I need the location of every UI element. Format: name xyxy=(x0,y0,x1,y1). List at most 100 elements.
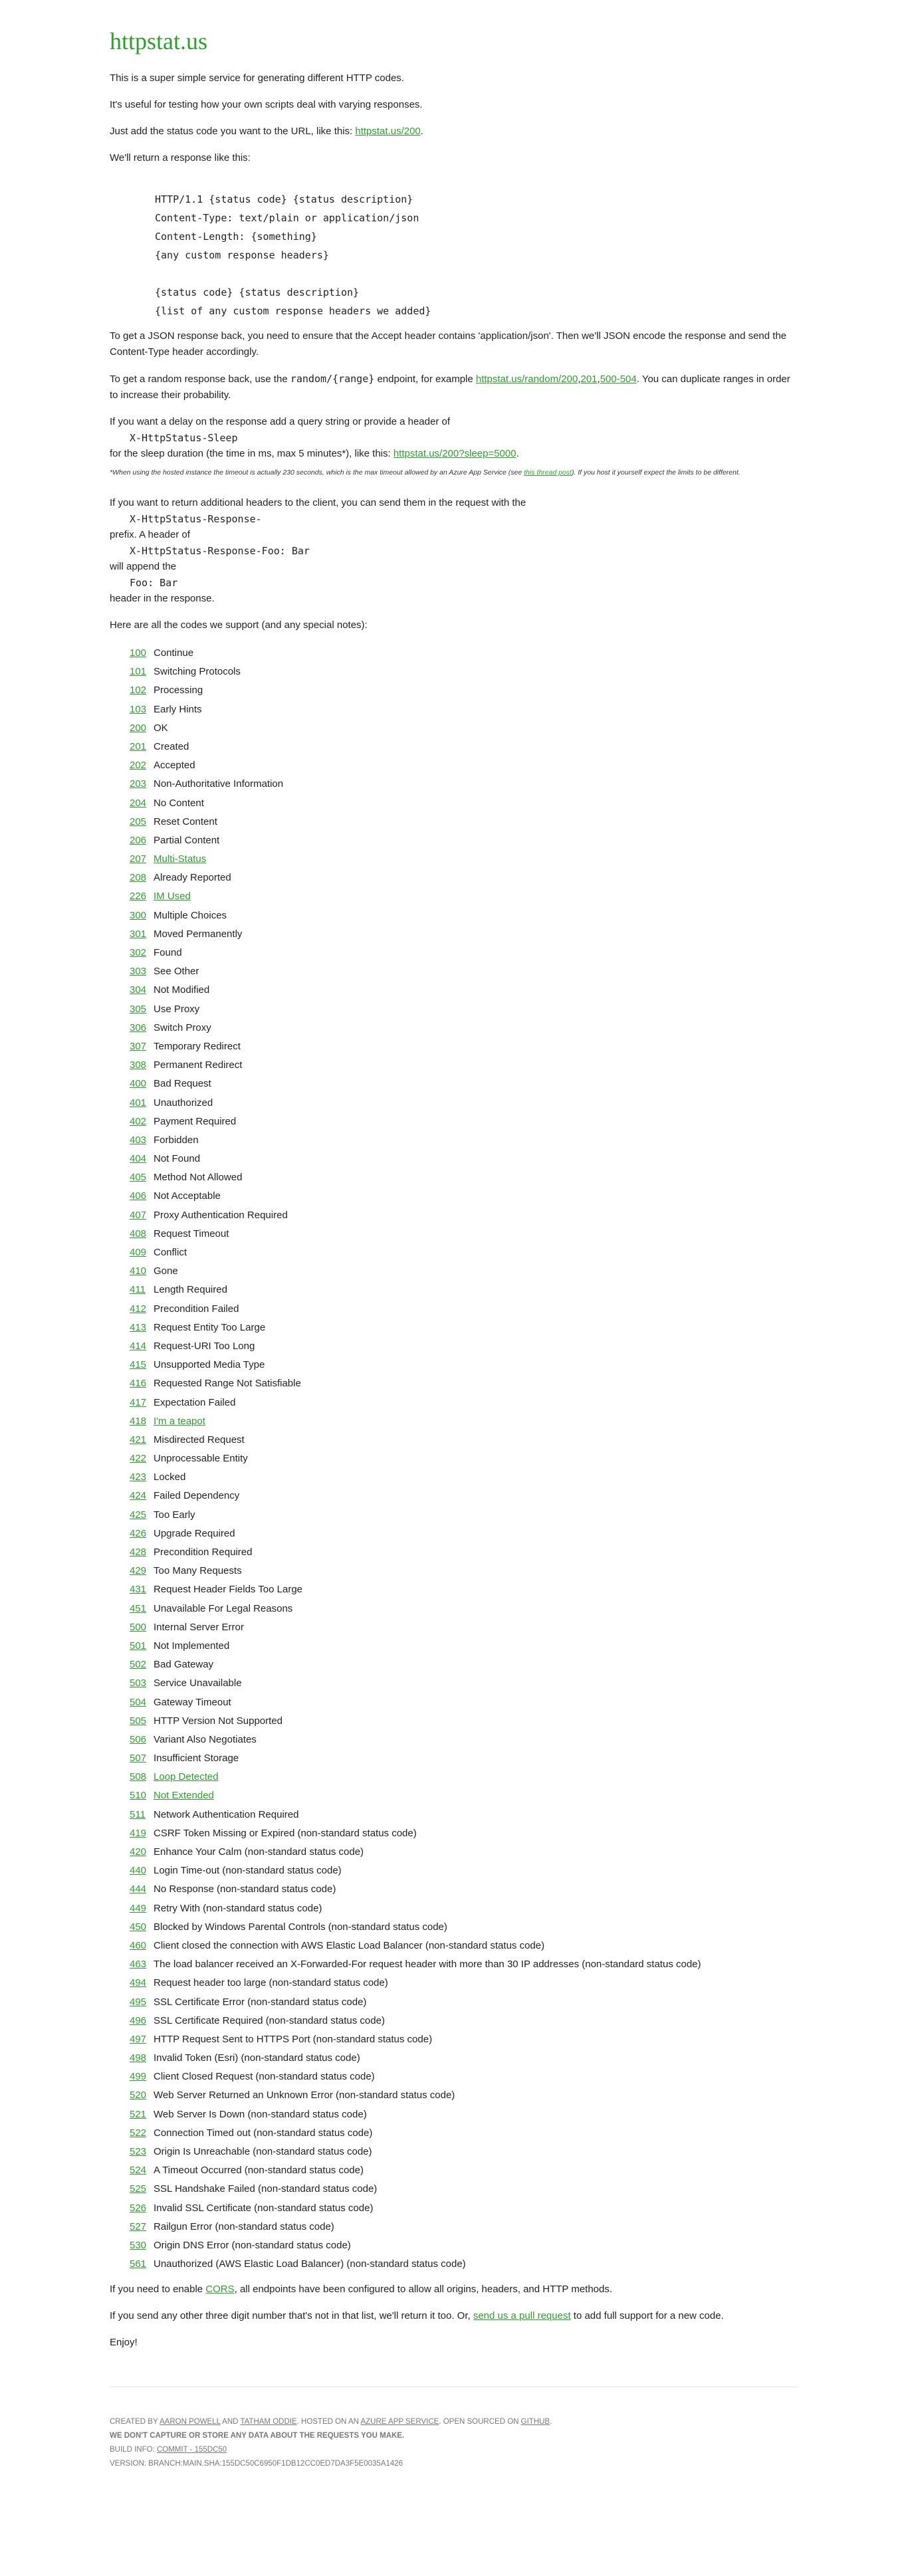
status-code-link[interactable]: 449 xyxy=(130,1899,154,1918)
status-code-link[interactable]: 520 xyxy=(130,2086,154,2105)
status-code-link[interactable]: 420 xyxy=(130,1843,154,1862)
status-code-link[interactable]: 508 xyxy=(130,1768,154,1786)
status-code-link[interactable]: 499 xyxy=(130,2068,154,2086)
status-code-link[interactable]: 451 xyxy=(130,1600,154,1618)
status-code-link[interactable]: 524 xyxy=(130,2161,154,2180)
status-code-link[interactable]: 521 xyxy=(130,2105,154,2124)
commit-link[interactable]: Commit - 155DC50 xyxy=(157,2446,227,2454)
example-200-link[interactable]: httpstat.us/200 xyxy=(355,126,420,137)
pull-request-link[interactable]: send us a pull request xyxy=(473,2310,571,2321)
status-code-link[interactable]: 100 xyxy=(130,644,154,663)
status-code-link[interactable]: 103 xyxy=(130,700,154,719)
status-code-link[interactable]: 301 xyxy=(130,925,154,944)
status-code-link[interactable]: 305 xyxy=(130,1000,154,1019)
status-code-link[interactable]: 409 xyxy=(130,1243,154,1262)
status-code-link[interactable]: 205 xyxy=(130,813,154,831)
status-code-link[interactable]: 423 xyxy=(130,1468,154,1487)
status-code-link[interactable]: 204 xyxy=(130,794,154,813)
status-code-link[interactable]: 428 xyxy=(130,1543,154,1562)
status-code-link[interactable]: 429 xyxy=(130,1562,154,1580)
status-code-link[interactable]: 422 xyxy=(130,1449,154,1468)
status-code-link[interactable]: 497 xyxy=(130,2030,154,2049)
status-code-link[interactable]: 407 xyxy=(130,1206,154,1225)
status-description-link[interactable]: I'm a teapot xyxy=(154,1416,205,1427)
status-code-link[interactable]: 450 xyxy=(130,1918,154,1937)
status-code-link[interactable]: 402 xyxy=(130,1113,154,1131)
status-code-link[interactable]: 510 xyxy=(130,1786,154,1805)
status-code-link[interactable]: 504 xyxy=(130,1693,154,1712)
status-code-link[interactable]: 412 xyxy=(130,1300,154,1319)
status-code-link[interactable]: 511 xyxy=(130,1806,154,1824)
status-code-link[interactable]: 206 xyxy=(130,831,154,850)
cors-link[interactable]: CORS xyxy=(205,2284,234,2295)
status-code-link[interactable]: 424 xyxy=(130,1487,154,1505)
status-code-link[interactable]: 202 xyxy=(130,756,154,775)
status-code-link[interactable]: 496 xyxy=(130,2012,154,2030)
status-code-link[interactable]: 404 xyxy=(130,1150,154,1168)
random-201-link[interactable]: 201 xyxy=(580,374,597,385)
status-description-link[interactable]: Multi-Status xyxy=(154,853,206,865)
author-tatham-link[interactable]: Tatham Oddie xyxy=(240,2418,296,2426)
status-code-link[interactable]: 208 xyxy=(130,869,154,887)
status-code-link[interactable]: 415 xyxy=(130,1356,154,1374)
status-code-link[interactable]: 419 xyxy=(130,1824,154,1843)
status-code-link[interactable]: 526 xyxy=(130,2199,154,2218)
status-code-link[interactable]: 226 xyxy=(130,887,154,906)
status-code-link[interactable]: 523 xyxy=(130,2143,154,2161)
status-code-link[interactable]: 203 xyxy=(130,775,154,794)
status-code-link[interactable]: 505 xyxy=(130,1712,154,1731)
status-code-link[interactable]: 495 xyxy=(130,1993,154,2012)
status-code-link[interactable]: 501 xyxy=(130,1637,154,1656)
status-code-link[interactable]: 405 xyxy=(130,1168,154,1187)
status-code-link[interactable]: 498 xyxy=(130,2049,154,2068)
status-code-link[interactable]: 408 xyxy=(130,1225,154,1243)
random-200-link[interactable]: httpstat.us/random/200 xyxy=(476,374,578,385)
status-code-link[interactable]: 525 xyxy=(130,2180,154,2199)
status-code-link[interactable]: 507 xyxy=(130,1749,154,1768)
status-code-link[interactable]: 101 xyxy=(130,663,154,681)
status-code-link[interactable]: 413 xyxy=(130,1319,154,1337)
status-code-link[interactable]: 561 xyxy=(130,2255,154,2274)
status-code-link[interactable]: 530 xyxy=(130,2236,154,2255)
status-code-link[interactable]: 444 xyxy=(130,1880,154,1899)
status-description-link[interactable]: Not Extended xyxy=(154,1790,214,1801)
status-code-link[interactable]: 522 xyxy=(130,2124,154,2143)
status-code-link[interactable]: 400 xyxy=(130,1075,154,1093)
status-code-link[interactable]: 494 xyxy=(130,1974,154,1992)
status-code-link[interactable]: 306 xyxy=(130,1019,154,1037)
status-code-link[interactable]: 416 xyxy=(130,1374,154,1393)
status-code-link[interactable]: 403 xyxy=(130,1131,154,1150)
status-code-link[interactable]: 500 xyxy=(130,1618,154,1637)
status-code-link[interactable]: 411 xyxy=(130,1281,154,1299)
status-code-link[interactable]: 421 xyxy=(130,1431,154,1449)
author-aaron-link[interactable]: Aaron Powell xyxy=(160,2418,221,2426)
status-code-link[interactable]: 414 xyxy=(130,1337,154,1356)
azure-link[interactable]: Azure App Service xyxy=(360,2418,439,2426)
status-code-link[interactable]: 418 xyxy=(130,1412,154,1431)
status-code-link[interactable]: 527 xyxy=(130,2218,154,2236)
thread-post-link[interactable]: this thread post xyxy=(524,469,572,477)
status-code-link[interactable]: 460 xyxy=(130,1937,154,1955)
status-code-link[interactable]: 463 xyxy=(130,1955,154,1974)
status-code-link[interactable]: 201 xyxy=(130,738,154,756)
status-code-link[interactable]: 503 xyxy=(130,1674,154,1693)
status-code-link[interactable]: 304 xyxy=(130,981,154,1000)
status-code-link[interactable]: 200 xyxy=(130,719,154,738)
status-code-link[interactable]: 506 xyxy=(130,1731,154,1749)
status-code-link[interactable]: 417 xyxy=(130,1394,154,1412)
status-code-link[interactable]: 303 xyxy=(130,962,154,981)
github-link[interactable]: GitHub xyxy=(521,2418,550,2426)
random-500-504-link[interactable]: 500-504 xyxy=(600,374,637,385)
sleep-example-link[interactable]: httpstat.us/200?sleep=5000 xyxy=(394,448,516,459)
status-code-link[interactable]: 308 xyxy=(130,1056,154,1075)
status-code-link[interactable]: 302 xyxy=(130,944,154,962)
status-code-link[interactable]: 502 xyxy=(130,1656,154,1674)
status-code-link[interactable]: 300 xyxy=(130,907,154,925)
status-description-link[interactable]: IM Used xyxy=(154,891,191,902)
status-code-link[interactable]: 431 xyxy=(130,1580,154,1599)
status-code-link[interactable]: 410 xyxy=(130,1262,154,1281)
status-code-link[interactable]: 426 xyxy=(130,1525,154,1543)
status-code-link[interactable]: 307 xyxy=(130,1037,154,1056)
status-code-link[interactable]: 207 xyxy=(130,850,154,869)
status-description-link[interactable]: Loop Detected xyxy=(154,1771,219,1782)
